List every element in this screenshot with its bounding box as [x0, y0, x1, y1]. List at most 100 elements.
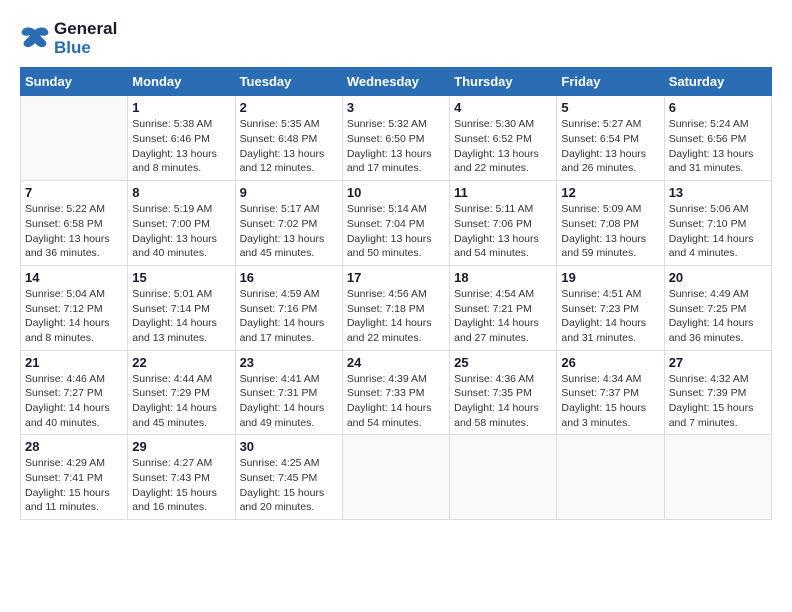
day-number: 22 [132, 355, 230, 370]
calendar-cell: 16 Sunrise: 4:59 AMSunset: 7:16 PMDayligh… [235, 265, 342, 350]
day-info: Sunrise: 4:56 AMSunset: 7:18 PMDaylight:… [347, 287, 445, 346]
calendar-cell: 23Sunrise: 4:41 AMSunset: 7:31 PMDayligh… [235, 350, 342, 435]
calendar-cell: 30 Sunrise: 4:25 AMSunset: 7:45 PMDayligh… [235, 435, 342, 520]
day-info: Sunrise: 4:25 AMSunset: 7:45 PMDaylight:… [240, 456, 338, 515]
day-number: 19 [561, 270, 659, 285]
day-info: Sunrise: 5:35 AMSunset: 6:48 PMDaylight:… [240, 117, 338, 176]
day-number: 17 [347, 270, 445, 285]
day-number: 13 [669, 185, 767, 200]
calendar-cell: 11 Sunrise: 5:11 AMSunset: 7:06 PMDayligh… [450, 181, 557, 266]
day-info: Sunrise: 4:27 AMSunset: 7:43 PMDaylight:… [132, 456, 230, 515]
calendar-cell: 14 Sunrise: 5:04 AMSunset: 7:12 PMDayligh… [21, 265, 128, 350]
calendar-cell [342, 435, 449, 520]
calendar-cell: 4 Sunrise: 5:30 AMSunset: 6:52 PMDaylight… [450, 96, 557, 181]
calendar-cell: 6Sunrise: 5:24 AMSunset: 6:56 PMDaylight… [664, 96, 771, 181]
calendar-week-row: 7 Sunrise: 5:22 AMSunset: 6:58 PMDaylight… [21, 181, 772, 266]
day-number: 27 [669, 355, 767, 370]
calendar-cell: 12 Sunrise: 5:09 AMSunset: 7:08 PMDayligh… [557, 181, 664, 266]
calendar-cell [450, 435, 557, 520]
calendar-cell: 25 Sunrise: 4:36 AMSunset: 7:35 PMDayligh… [450, 350, 557, 435]
calendar-week-row: 1 Sunrise: 5:38 AMSunset: 6:46 PMDaylight… [21, 96, 772, 181]
day-info: Sunrise: 5:11 AMSunset: 7:06 PMDaylight:… [454, 202, 552, 261]
day-number: 3 [347, 100, 445, 115]
day-number: 4 [454, 100, 552, 115]
day-number: 11 [454, 185, 552, 200]
calendar-week-row: 28 Sunrise: 4:29 AMSunset: 7:41 PMDayligh… [21, 435, 772, 520]
day-info: Sunrise: 4:34 AMSunset: 7:37 PMDaylight:… [561, 372, 659, 431]
calendar-cell: 20 Sunrise: 4:49 AMSunset: 7:25 PMDayligh… [664, 265, 771, 350]
calendar-cell: 28 Sunrise: 4:29 AMSunset: 7:41 PMDayligh… [21, 435, 128, 520]
day-info: Sunrise: 5:04 AMSunset: 7:12 PMDaylight:… [25, 287, 123, 346]
weekday-header-sunday: Sunday [21, 68, 128, 96]
day-info: Sunrise: 4:51 AMSunset: 7:23 PMDaylight:… [561, 287, 659, 346]
weekday-header-tuesday: Tuesday [235, 68, 342, 96]
day-number: 28 [25, 439, 123, 454]
day-info: Sunrise: 5:06 AMSunset: 7:10 PMDaylight:… [669, 202, 767, 261]
calendar-cell: 13 Sunrise: 5:06 AMSunset: 7:10 PMDayligh… [664, 181, 771, 266]
calendar-table: SundayMondayTuesdayWednesdayThursdayFrid… [20, 67, 772, 520]
calendar-cell: 2 Sunrise: 5:35 AMSunset: 6:48 PMDaylight… [235, 96, 342, 181]
day-info: Sunrise: 5:17 AMSunset: 7:02 PMDaylight:… [240, 202, 338, 261]
calendar-cell [664, 435, 771, 520]
day-info: Sunrise: 5:01 AMSunset: 7:14 PMDaylight:… [132, 287, 230, 346]
weekday-header-saturday: Saturday [664, 68, 771, 96]
weekday-header-row: SundayMondayTuesdayWednesdayThursdayFrid… [21, 68, 772, 96]
day-number: 25 [454, 355, 552, 370]
weekday-header-thursday: Thursday [450, 68, 557, 96]
calendar-cell: 1 Sunrise: 5:38 AMSunset: 6:46 PMDaylight… [128, 96, 235, 181]
day-info: Sunrise: 5:09 AMSunset: 7:08 PMDaylight:… [561, 202, 659, 261]
calendar-cell: 9 Sunrise: 5:17 AMSunset: 7:02 PMDaylight… [235, 181, 342, 266]
day-info: Sunrise: 4:39 AMSunset: 7:33 PMDaylight:… [347, 372, 445, 431]
day-info: Sunrise: 4:29 AMSunset: 7:41 PMDaylight:… [25, 456, 123, 515]
day-info: Sunrise: 4:59 AMSunset: 7:16 PMDaylight:… [240, 287, 338, 346]
day-number: 1 [132, 100, 230, 115]
logo-text: General [54, 20, 117, 39]
day-info: Sunrise: 5:38 AMSunset: 6:46 PMDaylight:… [132, 117, 230, 176]
day-number: 7 [25, 185, 123, 200]
day-number: 15 [132, 270, 230, 285]
day-number: 5 [561, 100, 659, 115]
calendar-cell: 15 Sunrise: 5:01 AMSunset: 7:14 PMDayligh… [128, 265, 235, 350]
logo: General Blue [20, 20, 117, 57]
calendar-cell: 3Sunrise: 5:32 AMSunset: 6:50 PMDaylight… [342, 96, 449, 181]
day-info: Sunrise: 5:14 AMSunset: 7:04 PMDaylight:… [347, 202, 445, 261]
day-info: Sunrise: 4:36 AMSunset: 7:35 PMDaylight:… [454, 372, 552, 431]
calendar-cell: 22 Sunrise: 4:44 AMSunset: 7:29 PMDayligh… [128, 350, 235, 435]
calendar-week-row: 21Sunrise: 4:46 AMSunset: 7:27 PMDayligh… [21, 350, 772, 435]
day-number: 24 [347, 355, 445, 370]
page-header: General Blue [20, 20, 772, 57]
calendar-cell [557, 435, 664, 520]
day-number: 8 [132, 185, 230, 200]
calendar-cell: 19 Sunrise: 4:51 AMSunset: 7:23 PMDayligh… [557, 265, 664, 350]
day-number: 2 [240, 100, 338, 115]
logo-bird-icon [20, 25, 50, 53]
day-number: 16 [240, 270, 338, 285]
calendar-cell: 7 Sunrise: 5:22 AMSunset: 6:58 PMDaylight… [21, 181, 128, 266]
weekday-header-monday: Monday [128, 68, 235, 96]
logo-text2: Blue [54, 39, 117, 58]
day-info: Sunrise: 5:19 AMSunset: 7:00 PMDaylight:… [132, 202, 230, 261]
day-number: 10 [347, 185, 445, 200]
day-number: 14 [25, 270, 123, 285]
day-number: 29 [132, 439, 230, 454]
calendar-cell: 24 Sunrise: 4:39 AMSunset: 7:33 PMDayligh… [342, 350, 449, 435]
calendar-cell: 27 Sunrise: 4:32 AMSunset: 7:39 PMDayligh… [664, 350, 771, 435]
day-number: 30 [240, 439, 338, 454]
calendar-cell: 29 Sunrise: 4:27 AMSunset: 7:43 PMDayligh… [128, 435, 235, 520]
day-number: 9 [240, 185, 338, 200]
day-number: 18 [454, 270, 552, 285]
day-number: 12 [561, 185, 659, 200]
day-info: Sunrise: 4:49 AMSunset: 7:25 PMDaylight:… [669, 287, 767, 346]
day-info: Sunrise: 4:32 AMSunset: 7:39 PMDaylight:… [669, 372, 767, 431]
day-info: Sunrise: 5:30 AMSunset: 6:52 PMDaylight:… [454, 117, 552, 176]
calendar-cell: 5 Sunrise: 5:27 AMSunset: 6:54 PMDaylight… [557, 96, 664, 181]
day-info: Sunrise: 4:44 AMSunset: 7:29 PMDaylight:… [132, 372, 230, 431]
day-number: 20 [669, 270, 767, 285]
calendar-cell: 18Sunrise: 4:54 AMSunset: 7:21 PMDayligh… [450, 265, 557, 350]
day-info: Sunrise: 5:24 AMSunset: 6:56 PMDaylight:… [669, 117, 767, 176]
weekday-header-wednesday: Wednesday [342, 68, 449, 96]
day-info: Sunrise: 5:22 AMSunset: 6:58 PMDaylight:… [25, 202, 123, 261]
day-number: 23 [240, 355, 338, 370]
day-number: 26 [561, 355, 659, 370]
day-info: Sunrise: 5:27 AMSunset: 6:54 PMDaylight:… [561, 117, 659, 176]
